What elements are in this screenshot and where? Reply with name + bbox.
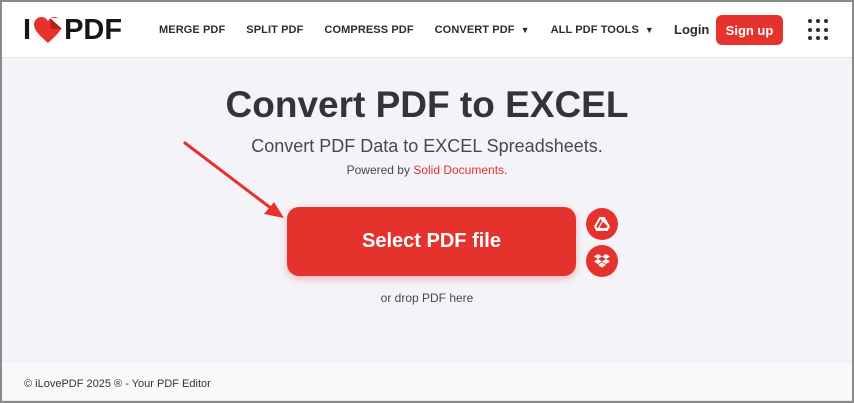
- page-subtitle: Convert PDF Data to EXCEL Spreadsheets.: [251, 136, 603, 156]
- nav-merge-pdf[interactable]: MERGE PDF: [159, 24, 225, 36]
- powered-by: Powered by Solid Documents.: [2, 163, 852, 177]
- nav-label: SPLIT PDF: [246, 24, 304, 36]
- drop-hint: or drop PDF here: [380, 291, 474, 305]
- dropbox-icon: [594, 254, 610, 268]
- select-pdf-file-button[interactable]: Select PDF file: [287, 207, 576, 276]
- powered-suffix: .: [504, 163, 508, 177]
- main-nav: MERGE PDF SPLIT PDF COMPRESS PDF CONVERT…: [159, 2, 675, 58]
- google-drive-button[interactable]: [586, 208, 618, 240]
- nav-label: ALL PDF TOOLS: [550, 24, 639, 36]
- top-navbar: I PDF MERGE PDF SPLIT PDF COMPRESS PDF C…: [2, 2, 852, 58]
- login-link[interactable]: Login: [674, 22, 709, 37]
- footer-copyright: © iLovePDF 2025 ® - Your PDF Editor: [24, 378, 211, 390]
- nav-label: CONVERT PDF: [434, 24, 515, 36]
- ilovepdf-logo[interactable]: I PDF: [23, 13, 123, 46]
- caret-down-icon: ▼: [644, 25, 654, 35]
- logo-suffix: PDF: [64, 13, 123, 46]
- nav-compress-pdf[interactable]: COMPRESS PDF: [324, 24, 413, 36]
- grid-menu-icon[interactable]: [808, 19, 830, 41]
- solid-documents-link[interactable]: Solid Documents: [413, 163, 504, 177]
- caret-down-icon: ▼: [520, 25, 530, 35]
- google-drive-icon: [594, 217, 610, 231]
- signup-button[interactable]: Sign up: [716, 15, 783, 45]
- dropbox-button[interactable]: [586, 245, 618, 277]
- powered-prefix: Powered by: [346, 163, 414, 177]
- page-title: Convert PDF to EXCEL: [225, 84, 629, 125]
- footer: © iLovePDF 2025 ® - Your PDF Editor: [2, 361, 852, 401]
- nav-all-pdf-tools[interactable]: ALL PDF TOOLS ▼: [551, 24, 654, 36]
- nav-convert-pdf[interactable]: CONVERT PDF ▼: [435, 24, 530, 36]
- red-arrow-annotation: [183, 141, 284, 218]
- nav-label: MERGE PDF: [159, 24, 226, 36]
- logo-prefix: I: [23, 13, 32, 46]
- heart-icon: [34, 17, 63, 43]
- nav-split-pdf[interactable]: SPLIT PDF: [246, 24, 303, 36]
- browser-frame: I PDF MERGE PDF SPLIT PDF COMPRESS PDF C…: [0, 0, 854, 403]
- nav-label: COMPRESS PDF: [324, 24, 414, 36]
